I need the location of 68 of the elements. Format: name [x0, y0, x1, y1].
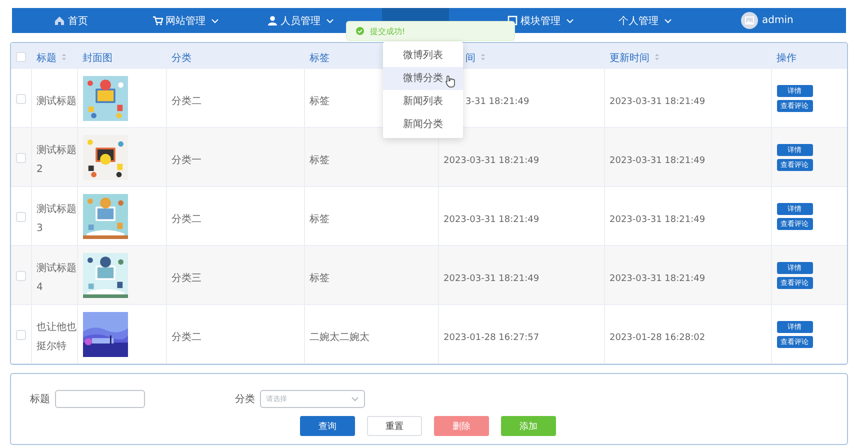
column-header: 标题 — [36, 53, 56, 64]
table-cell: 二婉太二婉太 — [310, 332, 370, 342]
table-cell: 2023-03-31 18:21:49 — [444, 156, 540, 166]
checkbox[interactable] — [16, 271, 26, 282]
table-cell: 也让他也挺尔特 — [36, 322, 76, 352]
reset-button[interactable]: 重置 — [367, 416, 422, 436]
home-icon — [54, 15, 65, 26]
table-cell: 2023-01-28 16:27:57 — [444, 332, 540, 342]
table-cell: 2023-03-31 18:21:49 — [610, 274, 706, 284]
table-cell: 测试标题2 — [36, 145, 76, 175]
column-header: 封面图 — [82, 53, 112, 64]
nav-item[interactable]: 人员管理 — [260, 8, 340, 33]
person-icon — [266, 15, 278, 26]
table-cell: 2023-03-31 18:21:49 — [610, 214, 706, 224]
user-name[interactable]: admin — [762, 15, 794, 26]
checkbox[interactable] — [16, 94, 26, 104]
menu-item[interactable]: 新闻列表 — [383, 90, 463, 113]
table-cell: 3-31 18:21:49 — [466, 96, 530, 106]
table-cell: 分类三 — [172, 272, 202, 284]
table-cell: 分类二 — [172, 332, 202, 342]
column-header: 间 — [466, 53, 476, 64]
column-header: 分类 — [172, 53, 192, 64]
table-cell: 测试标题4 — [36, 263, 76, 293]
checkbox[interactable] — [16, 153, 26, 164]
header-cell[interactable]: 更新时间 — [604, 43, 771, 68]
hand-cursor-icon — [445, 75, 456, 88]
table-cell: 分类二 — [172, 96, 202, 106]
caret-icon — [210, 18, 218, 24]
caret-icon — [351, 396, 359, 402]
header-cell[interactable]: 标题 — [31, 43, 77, 68]
table-cell: 测试标题3 — [36, 204, 76, 234]
nav-item[interactable]: 个人管理 — [612, 8, 678, 33]
table-cell: 标签 — [310, 272, 330, 284]
success-toast: 提交成功! — [346, 21, 515, 41]
query-button[interactable]: 查询 — [300, 416, 355, 436]
table-cell: 2023-03-31 18:21:49 — [610, 156, 706, 166]
input-field[interactable] — [55, 390, 145, 408]
table-cell: 分类二 — [172, 214, 202, 224]
nav-item[interactable]: 首页 — [48, 8, 94, 33]
menu-item[interactable]: 微博分类 — [383, 67, 463, 90]
table-cell: 分类一 — [172, 154, 202, 166]
table-cell: 标签 — [310, 154, 330, 166]
table-cell: 2023-03-31 18:21:49 — [444, 274, 540, 284]
table-cell: 标签 — [310, 214, 330, 224]
column-header: 操作 — [776, 53, 796, 64]
menu-item[interactable]: 新闻分类 — [383, 113, 463, 136]
nav-item[interactable]: 网站管理 — [146, 8, 224, 33]
column-header: 更新时间 — [610, 53, 650, 64]
checkbox[interactable] — [16, 330, 26, 340]
sort-icon — [480, 52, 486, 61]
checkbox[interactable] — [16, 52, 26, 62]
field-label: 分类 — [235, 392, 255, 406]
caret-icon — [326, 18, 334, 24]
table-cell: 2023-03-31 18:21:49 — [444, 214, 540, 224]
table-cell: 标签 — [310, 96, 330, 106]
table-cell: 2023-03-31 18:21:49 — [610, 96, 706, 106]
sort-icon — [654, 52, 660, 61]
cart-icon — [152, 15, 162, 26]
field-label: 标题 — [30, 392, 50, 406]
avatar-icon — [741, 12, 758, 29]
sort-icon — [60, 52, 66, 61]
caret-icon — [566, 18, 574, 24]
success-icon — [356, 27, 364, 35]
caret-icon — [664, 18, 672, 24]
column-header: 标签 — [310, 53, 330, 64]
checkbox[interactable] — [16, 212, 26, 222]
table-cell: 测试标题 — [36, 96, 76, 106]
table-cell: 2023-01-28 16:28:02 — [610, 332, 706, 342]
